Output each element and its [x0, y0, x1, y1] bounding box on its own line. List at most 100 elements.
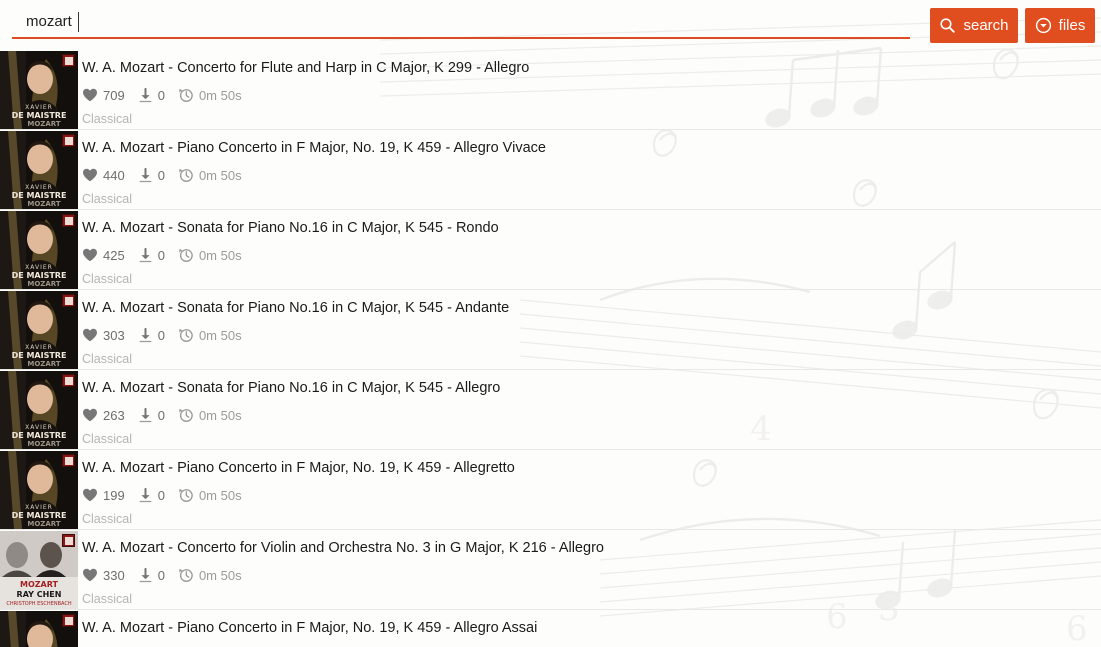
- svg-text:DE MAISTRE: DE MAISTRE: [12, 511, 67, 520]
- search-input[interactable]: [12, 8, 910, 34]
- label-badge-icon: [62, 454, 75, 467]
- clock-icon: [178, 327, 194, 343]
- download-count-group[interactable]: 0: [138, 87, 165, 103]
- track-title[interactable]: W. A. Mozart - Piano Concerto in F Major…: [82, 459, 1101, 477]
- genre-label: Classical: [82, 592, 133, 606]
- search-results-list[interactable]: XAVIER DE MAISTRE MOZART W. A. Mozart - Con…: [0, 50, 1101, 647]
- result-row[interactable]: XAVIERDE MAISTREMOZARTW. A. Mozart - Pia…: [0, 610, 1101, 647]
- result-body: W. A. Mozart - Concerto for Flute and Ha…: [78, 50, 1101, 126]
- like-count-group[interactable]: 425: [82, 248, 125, 263]
- download-count: 0: [157, 487, 165, 503]
- like-count: 440: [103, 167, 125, 183]
- heart-icon: [82, 248, 98, 262]
- download-count-group[interactable]: 0: [138, 327, 165, 343]
- download-count: 0: [157, 327, 165, 343]
- album-thumbnail[interactable]: MOZART RAY CHEN CHRISTOPH ESCHENBACH: [0, 531, 78, 609]
- svg-text:MOZART: MOZART: [27, 120, 60, 128]
- track-title[interactable]: W. A. Mozart - Concerto for Flute and Ha…: [82, 59, 1101, 77]
- download-count-group[interactable]: 0: [138, 567, 165, 583]
- track-title[interactable]: W. A. Mozart - Sonata for Piano No.16 in…: [82, 219, 1101, 237]
- duration-group: 0m 50s: [178, 487, 242, 503]
- download-count-group[interactable]: 0: [138, 247, 165, 263]
- like-count-group[interactable]: 263: [82, 408, 125, 423]
- duration-group: 0m 50s: [178, 407, 242, 423]
- result-row[interactable]: XAVIER DE MAISTRE MOZART W. A. Mozart - Son…: [0, 370, 1101, 450]
- album-thumbnail[interactable]: XAVIERDE MAISTREMOZART: [0, 51, 78, 129]
- download-count-group[interactable]: 0: [138, 167, 165, 183]
- heart-icon: [82, 88, 98, 102]
- clock-icon: [178, 167, 194, 183]
- download-count: 0: [157, 407, 165, 423]
- result-body: W. A. Mozart - Concerto for Violin and O…: [78, 530, 1101, 606]
- heart-icon: [82, 168, 98, 182]
- track-meta: 199 0 0m 50s: [82, 486, 1101, 504]
- download-arrow-icon: [138, 407, 153, 423]
- search-bar: search files: [0, 0, 1101, 50]
- result-row[interactable]: XAVIER DE MAISTRE MOZART W. A. Mozart - Son…: [0, 210, 1101, 290]
- download-arrow-icon: [138, 87, 153, 103]
- duration-group: 0m 50s: [178, 167, 242, 183]
- search-field-container[interactable]: [12, 8, 910, 39]
- duration-group: 0m 50s: [178, 567, 242, 583]
- circled-download-icon: [1035, 17, 1052, 34]
- like-count: 330: [103, 567, 125, 583]
- label-badge-icon: [62, 614, 75, 627]
- result-body: W. A. Mozart - Sonata for Piano No.16 in…: [78, 290, 1101, 366]
- result-body: W. A. Mozart - Piano Concerto in F Major…: [78, 450, 1101, 526]
- result-body: W. A. Mozart - Sonata for Piano No.16 in…: [78, 210, 1101, 286]
- duration-group: 0m 50s: [178, 247, 242, 263]
- svg-text:MOZART: MOZART: [27, 520, 60, 528]
- magnifier-icon: [939, 17, 956, 34]
- genre-label: Classical: [82, 192, 133, 206]
- like-count: 709: [103, 87, 125, 103]
- download-count-group[interactable]: 0: [138, 407, 165, 423]
- download-count: 0: [157, 567, 165, 583]
- like-count: 425: [103, 247, 125, 263]
- result-body: W. A. Mozart - Sonata for Piano No.16 in…: [78, 370, 1101, 446]
- like-count-group[interactable]: 330: [82, 568, 125, 583]
- like-count-group[interactable]: 199: [82, 488, 125, 503]
- files-button[interactable]: files: [1025, 8, 1095, 43]
- result-row[interactable]: XAVIER DE MAISTRE MOZART W. A. Mozart - Son…: [0, 290, 1101, 370]
- download-count-group[interactable]: 0: [138, 487, 165, 503]
- search-button-label: search: [963, 17, 1009, 34]
- duration-group: 0m 50s: [178, 87, 242, 103]
- track-title[interactable]: W. A. Mozart - Concerto for Violin and O…: [82, 539, 1101, 557]
- clock-icon: [178, 247, 194, 263]
- clock-icon: [178, 487, 194, 503]
- duration-text: 0m 50s: [198, 87, 242, 103]
- like-count-group[interactable]: 709: [82, 88, 125, 103]
- result-row[interactable]: XAVIER DE MAISTRE MOZART W. A. Mozart - Con…: [0, 50, 1101, 130]
- svg-text:MOZART: MOZART: [27, 200, 60, 208]
- like-count-group[interactable]: 440: [82, 168, 125, 183]
- track-title[interactable]: W. A. Mozart - Piano Concerto in F Major…: [82, 619, 1101, 637]
- album-thumbnail[interactable]: XAVIERDE MAISTREMOZART: [0, 131, 78, 209]
- track-title[interactable]: W. A. Mozart - Piano Concerto in F Major…: [82, 139, 1101, 157]
- album-thumbnail[interactable]: XAVIERDE MAISTREMOZART: [0, 451, 78, 529]
- download-arrow-icon: [138, 247, 153, 263]
- svg-text:XAVIER: XAVIER: [25, 104, 53, 111]
- duration-text: 0m 50s: [198, 487, 242, 503]
- svg-text:DE MAISTRE: DE MAISTRE: [12, 271, 67, 280]
- result-row[interactable]: MOZART RAY CHEN CHRISTOPH ESCHENBACH W. A. …: [0, 530, 1101, 610]
- svg-text:DE MAISTRE: DE MAISTRE: [12, 431, 67, 440]
- album-thumbnail[interactable]: XAVIERDE MAISTREMOZART: [0, 211, 78, 289]
- svg-text:XAVIER: XAVIER: [25, 424, 53, 431]
- download-count: 0: [157, 247, 165, 263]
- album-thumbnail[interactable]: XAVIERDE MAISTREMOZART: [0, 371, 78, 449]
- track-title[interactable]: W. A. Mozart - Sonata for Piano No.16 in…: [82, 379, 1101, 397]
- heart-icon: [82, 408, 98, 422]
- result-row[interactable]: XAVIERDE MAISTREMOZARTW. A. Mozart - Pia…: [0, 450, 1101, 530]
- svg-text:DE MAISTRE: DE MAISTRE: [12, 191, 67, 200]
- clock-icon: [178, 407, 194, 423]
- result-row[interactable]: XAVIERDE MAISTREMOZARTW. A. Mozart - Pia…: [0, 130, 1101, 210]
- svg-text:DE MAISTRE: DE MAISTRE: [12, 111, 67, 120]
- like-count-group[interactable]: 303: [82, 328, 125, 343]
- track-meta: 709 0 0m 50s: [82, 86, 1101, 104]
- search-button[interactable]: search: [930, 8, 1018, 43]
- svg-text:XAVIER: XAVIER: [25, 184, 53, 191]
- track-title[interactable]: W. A. Mozart - Sonata for Piano No.16 in…: [82, 299, 1101, 317]
- album-thumbnail[interactable]: XAVIERDE MAISTREMOZART: [0, 291, 78, 369]
- heart-icon: [82, 488, 98, 502]
- album-thumbnail[interactable]: XAVIERDE MAISTREMOZART: [0, 611, 78, 647]
